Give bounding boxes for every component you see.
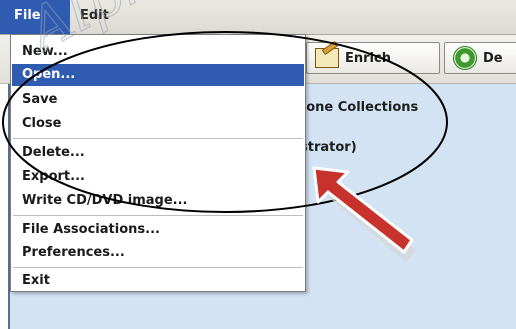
menu-item-delete[interactable]: Delete... (12, 142, 304, 164)
menu-item-close[interactable]: Close (12, 113, 304, 135)
menu-separator (13, 267, 303, 268)
collection-title: tone Collections (300, 100, 419, 115)
menu-item-export[interactable]: Export... (12, 166, 304, 188)
gear-icon (453, 46, 477, 70)
enrich-button[interactable]: Enrich (306, 42, 440, 74)
menu-item-write-cd-dvd-image[interactable]: Write CD/DVD image... (12, 190, 304, 212)
menu-bar: File Edit (0, 0, 516, 35)
menu-item-open[interactable]: Open... (12, 64, 304, 86)
menu-item-new[interactable]: New... (12, 41, 304, 63)
menu-item-exit[interactable]: Exit (12, 270, 304, 292)
menu-item-preferences[interactable]: Preferences... (12, 242, 304, 264)
file-menu-dropdown: New... Open... Save Close Delete... Expo… (10, 34, 306, 292)
menu-file-label: File (14, 8, 41, 23)
menu-separator (13, 138, 303, 139)
describe-button-label: De (483, 50, 503, 66)
menu-edit[interactable]: Edit (80, 8, 109, 23)
menu-separator (13, 215, 303, 216)
left-panel-edge (0, 84, 10, 329)
enrich-icon (315, 48, 339, 68)
menu-file[interactable]: File (0, 0, 70, 34)
menu-item-file-associations[interactable]: File Associations... (12, 219, 304, 241)
describe-button[interactable]: De (444, 42, 516, 74)
menu-item-save[interactable]: Save (12, 89, 304, 111)
enrich-button-label: Enrich (345, 50, 391, 66)
user-label: strator) (300, 140, 357, 155)
